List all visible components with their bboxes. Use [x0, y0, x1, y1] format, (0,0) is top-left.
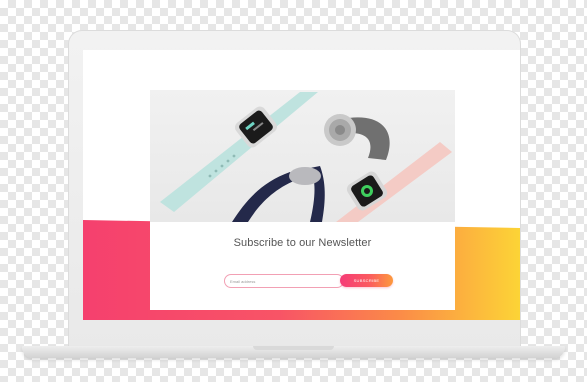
email-input[interactable]: [224, 274, 344, 288]
subscribe-button[interactable]: SUBSCRIBE: [340, 274, 393, 287]
watch-pink: [336, 142, 452, 222]
laptop-screen: Subscribe to our Newsletter SUBSCRIBE: [83, 50, 520, 320]
watch-grey: [324, 114, 390, 160]
newsletter-card: Subscribe to our Newsletter SUBSCRIBE: [150, 222, 455, 310]
watch-navy: [232, 166, 325, 222]
hero-image: [150, 90, 455, 222]
watch-teal: [160, 92, 318, 212]
newsletter-title: Subscribe to our Newsletter: [233, 237, 372, 249]
laptop-notch: [253, 346, 334, 350]
